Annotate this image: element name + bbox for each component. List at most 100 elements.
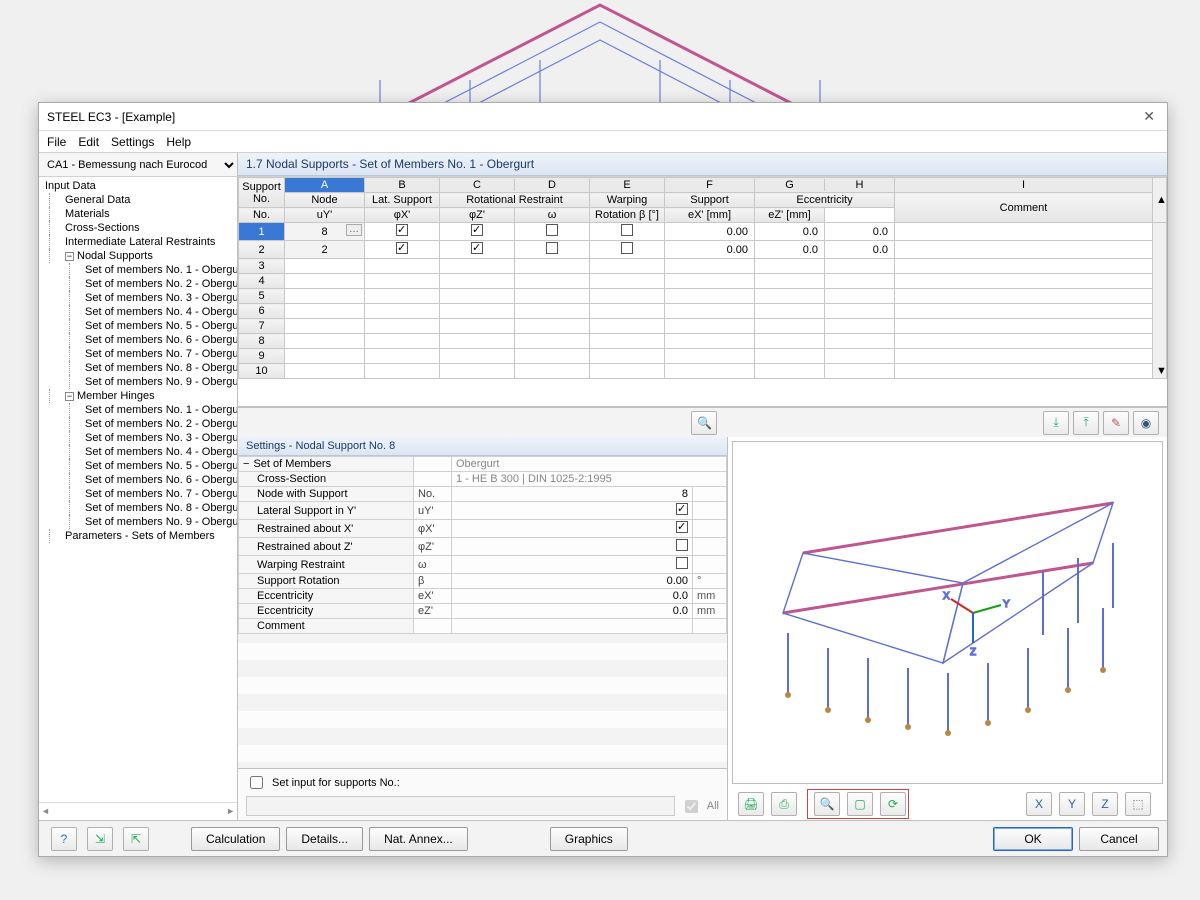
col-letter-a[interactable]: A: [285, 178, 365, 193]
close-icon[interactable]: ✕: [1139, 108, 1159, 125]
grid-row-header[interactable]: 3: [239, 259, 285, 274]
print-icon[interactable]: 🖨: [738, 792, 764, 816]
fit-view-icon[interactable]: ▢: [847, 792, 873, 816]
grid-empty-cell[interactable]: [285, 349, 365, 364]
grid-node-cell[interactable]: 8…: [285, 223, 365, 241]
menu-settings[interactable]: Settings: [111, 135, 154, 149]
grid-empty-cell[interactable]: [365, 334, 440, 349]
tree-ns-item[interactable]: Set of members No. 9 - Obergurt: [39, 375, 237, 389]
grid-empty-cell[interactable]: [285, 274, 365, 289]
menu-file[interactable]: File: [47, 135, 66, 149]
grid-empty-cell[interactable]: [755, 364, 825, 379]
grid-empty-cell[interactable]: [590, 259, 665, 274]
col-letter[interactable]: E: [590, 178, 665, 193]
grid-empty-cell[interactable]: [440, 319, 515, 334]
view-y-icon[interactable]: Y: [1059, 792, 1085, 816]
tree-ns-item[interactable]: Set of members No. 5 - Obergurt: [39, 319, 237, 333]
grid-check-cell[interactable]: [440, 241, 515, 259]
grid-empty-cell[interactable]: [365, 259, 440, 274]
prop-ex[interactable]: 0.0: [452, 589, 693, 604]
grid-empty-cell[interactable]: [515, 319, 590, 334]
prop-node-value[interactable]: 8: [452, 487, 693, 502]
graphics-button[interactable]: Graphics: [550, 827, 628, 851]
help-icon[interactable]: ?: [51, 827, 77, 851]
grid-empty-cell[interactable]: [440, 334, 515, 349]
grid-row-header[interactable]: 8: [239, 334, 285, 349]
prop-ez[interactable]: 0.0: [452, 604, 693, 619]
grid-row-header[interactable]: 5: [239, 289, 285, 304]
grid-empty-cell[interactable]: [590, 289, 665, 304]
all-checkbox[interactable]: [685, 800, 698, 813]
grid-check-cell[interactable]: [590, 223, 665, 241]
grid-empty-cell[interactable]: [515, 349, 590, 364]
tree-mh-item[interactable]: Set of members No. 2 - Obergurt: [39, 417, 237, 431]
import-config-icon[interactable]: ⇱: [123, 827, 149, 851]
grid-vertical-scrollbar[interactable]: ▼: [1153, 223, 1167, 379]
grid-empty-cell[interactable]: [515, 274, 590, 289]
grid-empty-cell[interactable]: [895, 259, 1153, 274]
grid-empty-cell[interactable]: [825, 349, 895, 364]
grid-comment-cell[interactable]: [895, 223, 1153, 241]
cancel-button[interactable]: Cancel: [1079, 827, 1159, 851]
grid-check-cell[interactable]: [515, 223, 590, 241]
col-letter[interactable]: I: [895, 178, 1153, 193]
view-icon[interactable]: ◉: [1133, 411, 1159, 435]
grid-comment-cell[interactable]: [895, 241, 1153, 259]
set-input-field[interactable]: [246, 796, 675, 816]
tree-materials[interactable]: Materials: [39, 207, 237, 221]
grid-empty-cell[interactable]: [590, 349, 665, 364]
tree-ilr[interactable]: Intermediate Lateral Restraints: [39, 235, 237, 249]
grid-empty-cell[interactable]: [895, 364, 1153, 379]
grid-check-cell[interactable]: [515, 241, 590, 259]
export-config-icon[interactable]: ⇲: [87, 827, 113, 851]
tree-horizontal-scrollbar[interactable]: ◄►: [39, 802, 237, 818]
prop-rx[interactable]: [452, 520, 693, 538]
case-select[interactable]: CA1 - Bemessung nach Eurocod: [39, 154, 237, 176]
grid-empty-cell[interactable]: [590, 274, 665, 289]
tree-cross-sections[interactable]: Cross-Sections: [39, 221, 237, 235]
prop-beta[interactable]: 0.00: [452, 574, 693, 589]
tree-mh-item[interactable]: Set of members No. 3 - Obergurt: [39, 431, 237, 445]
tree-mh-item[interactable]: Set of members No. 6 - Obergurt: [39, 473, 237, 487]
view-x-icon[interactable]: X: [1026, 792, 1052, 816]
tree-mh-item[interactable]: Set of members No. 5 - Obergurt: [39, 459, 237, 473]
tree-ns-item[interactable]: Set of members No. 7 - Obergurt: [39, 347, 237, 361]
grid-empty-cell[interactable]: [825, 334, 895, 349]
grid-empty-cell[interactable]: [285, 259, 365, 274]
view-z-icon[interactable]: Z: [1092, 792, 1118, 816]
zoom-icon[interactable]: 🔍: [814, 792, 840, 816]
grid-empty-cell[interactable]: [755, 349, 825, 364]
grid-empty-cell[interactable]: [665, 319, 755, 334]
grid-num-cell[interactable]: 0.0: [755, 223, 825, 241]
grid-empty-cell[interactable]: [285, 319, 365, 334]
grid-empty-cell[interactable]: [755, 274, 825, 289]
grid-empty-cell[interactable]: [285, 304, 365, 319]
tree-ns-item[interactable]: Set of members No. 8 - Obergurt: [39, 361, 237, 375]
set-input-checkbox[interactable]: [250, 776, 263, 789]
grid-row-header[interactable]: 4: [239, 274, 285, 289]
supports-grid[interactable]: SupportNo. A B CD E F GH: [238, 177, 1167, 407]
grid-empty-cell[interactable]: [590, 334, 665, 349]
grid-empty-cell[interactable]: [665, 304, 755, 319]
case-selector[interactable]: CA1 - Bemessung nach Eurocod: [39, 153, 238, 176]
grid-num-cell[interactable]: 0.0: [825, 223, 895, 241]
grid-node-cell[interactable]: 2: [285, 241, 365, 259]
grid-empty-cell[interactable]: [365, 289, 440, 304]
import-excel-icon[interactable]: ⤒: [1073, 411, 1099, 435]
grid-row-header[interactable]: 7: [239, 319, 285, 334]
grid-num-cell[interactable]: 0.00: [665, 241, 755, 259]
tree-mh-item[interactable]: Set of members No. 8 - Obergurt: [39, 501, 237, 515]
model-preview[interactable]: Y X Z: [732, 441, 1163, 784]
grid-empty-cell[interactable]: [665, 349, 755, 364]
tree-ns-item[interactable]: Set of members No. 4 - Obergurt: [39, 305, 237, 319]
grid-empty-cell[interactable]: [285, 364, 365, 379]
grid-empty-cell[interactable]: [365, 349, 440, 364]
grid-empty-cell[interactable]: [440, 259, 515, 274]
grid-empty-cell[interactable]: [440, 304, 515, 319]
tree-ns-item[interactable]: Set of members No. 1 - Obergurt: [39, 263, 237, 277]
grid-empty-cell[interactable]: [365, 274, 440, 289]
col-letter[interactable]: B: [365, 178, 440, 193]
tree-mh-item[interactable]: Set of members No. 1 - Obergurt: [39, 403, 237, 417]
print-settings-icon[interactable]: ⎙: [771, 792, 797, 816]
grid-empty-cell[interactable]: [365, 319, 440, 334]
